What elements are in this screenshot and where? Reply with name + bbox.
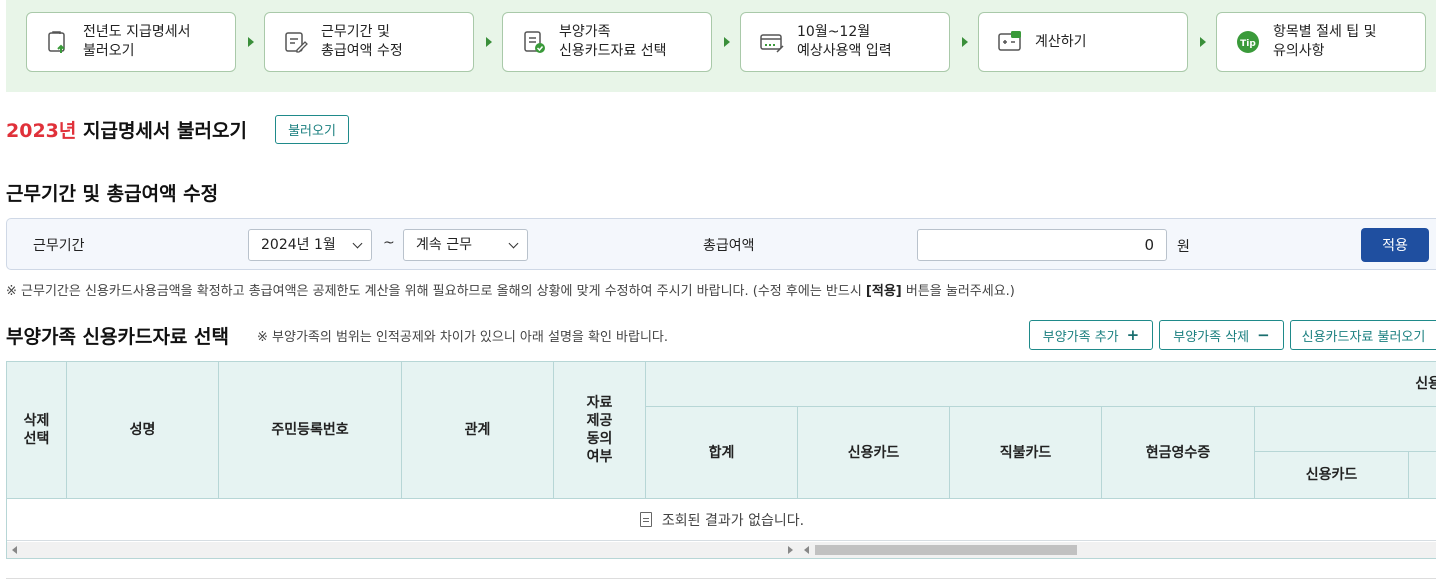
period-form: 근무기간 2024년 1월 ~ 계속 근무 총급여액 0 원 적용 [6, 218, 1436, 270]
period-heading: 근무기간 및 총급여액 수정 [6, 183, 219, 205]
note-emphasis: [적용] [865, 284, 902, 299]
step-label: 전년도 지급명세서 불러오기 [83, 24, 191, 59]
total-salary-label: 총급여액 [703, 238, 755, 254]
document-import-icon [48, 31, 65, 53]
delete-dependent-label: 부양가족 삭제 [1173, 329, 1250, 345]
add-dependent-button[interactable]: 부양가족 추가 + [1029, 320, 1153, 350]
chevron-down-icon [508, 238, 519, 249]
step-arrow-icon [486, 37, 492, 47]
empty-result-text: 조회된 결과가 없습니다. [661, 512, 805, 529]
plus-icon: + [1126, 326, 1140, 344]
step-bar: 전년도 지급명세서 불러오기 근무기간 및 총급여액 수정 부양가족 신용카드자… [6, 0, 1436, 92]
note-text-end: 버튼을 눌러주세요.) [901, 284, 1015, 299]
col-relation: 관계 [402, 362, 554, 499]
apply-button[interactable]: 적용 [1361, 228, 1429, 262]
col-consent: 자료 제공 동의 여부 [554, 362, 646, 499]
period-end-select[interactable]: 계속 근무 [403, 229, 528, 261]
minus-icon: − [1257, 326, 1270, 344]
svg-text:Tip: Tip [1240, 39, 1256, 49]
col-delete-select: 삭제 선택 [7, 362, 67, 499]
calculator-icon [998, 31, 1021, 51]
load-heading: 2023년 지급명세서 불러오기 [6, 116, 247, 143]
dependents-table: 삭제 선택 성명 주민등록번호 관계 자료 제공 동의 여부 신용 합계 신용카… [6, 361, 1436, 559]
col-cash-receipt: 현금영수증 [1102, 407, 1255, 499]
step-arrow-icon [248, 37, 254, 47]
document-icon [639, 512, 652, 527]
total-salary-input[interactable]: 0 [917, 229, 1167, 261]
chevron-down-icon [352, 238, 363, 249]
col-rrn: 주민등록번호 [219, 362, 402, 499]
col-subgroup [1255, 407, 1436, 452]
load-card-data-button[interactable]: 신용카드자료 불러오기 [1290, 320, 1436, 350]
scroll-left-icon[interactable] [804, 546, 809, 554]
step-label: 항목별 절세 팁 및 유의사항 [1273, 24, 1377, 59]
divider [6, 578, 1436, 579]
load-year: 2023년 [6, 120, 77, 142]
tip-icon: Tip [1237, 31, 1259, 53]
col-debit-card: 직불카드 [950, 407, 1102, 499]
period-end-value: 계속 근무 [416, 237, 472, 253]
load-button[interactable]: 불러오기 [275, 115, 349, 144]
step-label: 부양가족 신용카드자료 선택 [559, 24, 667, 59]
scroll-left-icon[interactable] [12, 546, 17, 554]
col-group-credit: 신용 [646, 362, 1436, 407]
col-sum: 합계 [646, 407, 798, 499]
load-title: 지급명세서 불러오기 [76, 120, 247, 142]
step-label: 근무기간 및 총급여액 수정 [321, 24, 403, 59]
col-sub-next [1409, 452, 1436, 499]
step-arrow-icon [962, 37, 968, 47]
step-edit[interactable]: 근무기간 및 총급여액 수정 [264, 12, 474, 72]
step-label: 계산하기 [1035, 33, 1087, 50]
step-arrow-icon [1200, 37, 1206, 47]
step-label: 10월~12월 예상사용액 입력 [797, 24, 892, 59]
period-start-value: 2024년 1월 [261, 237, 336, 253]
scrollbar-thumb[interactable] [815, 545, 1077, 555]
col-credit-card: 신용카드 [798, 407, 950, 499]
col-sub-credit-card: 신용카드 [1255, 452, 1409, 499]
period-note: ※ 근무기간은 신용카드사용금액을 확정하고 총급여액은 공제한도 계산을 위해… [6, 280, 1015, 299]
dependents-subnote: ※ 부양가족의 범위는 인적공제와 차이가 있으니 아래 설명을 확인 바랍니다… [257, 330, 669, 345]
period-tilde: ~ [383, 235, 395, 251]
note-text: ※ 근무기간은 신용카드사용금액을 확정하고 총급여액은 공제한도 계산을 위해… [6, 284, 866, 299]
step-tips[interactable]: Tip 항목별 절세 팁 및 유의사항 [1216, 12, 1426, 72]
step-calculate[interactable]: 계산하기 [978, 12, 1188, 72]
step-import[interactable]: 전년도 지급명세서 불러오기 [26, 12, 236, 72]
period-start-select[interactable]: 2024년 1월 [248, 229, 372, 261]
step-estimate[interactable]: 10월~12월 예상사용액 입력 [740, 12, 950, 72]
period-label: 근무기간 [33, 238, 85, 254]
delete-dependent-button[interactable]: 부양가족 삭제 − [1159, 320, 1284, 350]
horizontal-scrollbar[interactable] [7, 542, 1436, 558]
step-arrow-icon [724, 37, 730, 47]
col-name: 성명 [67, 362, 219, 499]
add-dependent-label: 부양가족 추가 [1042, 329, 1119, 345]
step-select[interactable]: 부양가족 신용카드자료 선택 [502, 12, 712, 72]
card-input-icon [760, 34, 784, 53]
checklist-icon [524, 31, 545, 53]
empty-result-row: 조회된 결과가 없습니다. [7, 499, 1436, 541]
dependents-heading: 부양가족 신용카드자료 선택 [6, 326, 229, 348]
scroll-right-icon[interactable] [788, 546, 793, 554]
edit-document-icon [285, 32, 308, 53]
col-group-label: 신용 [1415, 376, 1436, 392]
currency-unit: 원 [1177, 239, 1190, 255]
